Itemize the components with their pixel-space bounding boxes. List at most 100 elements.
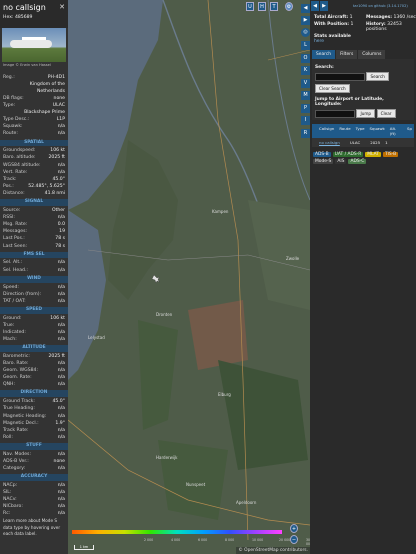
aircraft-photo[interactable] (2, 28, 66, 62)
info-value: none (53, 95, 65, 101)
clear-button[interactable]: Clear (376, 109, 396, 118)
detail-key[interactable]: Ground Track: (3, 398, 35, 405)
table-header: Callsign Route Type Squawk Alt. (ft) Sp (312, 124, 414, 138)
tab-columns[interactable]: Columns (358, 50, 386, 59)
detail-key[interactable]: Nav. Modes: (3, 451, 31, 458)
search-input[interactable] (315, 72, 365, 81)
detail-key[interactable]: True Heading: (3, 405, 35, 412)
detail-key[interactable]: True: (3, 322, 14, 329)
detail-key[interactable]: Baro. Rate: (3, 360, 29, 367)
detail-key[interactable]: Track: (3, 176, 17, 183)
detail-key[interactable]: Rc: (3, 510, 10, 517)
table-row[interactable]: no callsign ULAC 2025 1 (312, 138, 414, 147)
column-header[interactable]: Squawk (370, 126, 385, 136)
collapse-right-icon[interactable]: ▶ (301, 16, 310, 25)
clear-search-button[interactable]: Clear Search (315, 84, 350, 93)
map-button-h[interactable]: H (258, 2, 266, 11)
arrow-left-icon[interactable]: ◀ (311, 1, 319, 11)
map-button-u[interactable]: U (246, 2, 254, 11)
detail-key[interactable]: Track Rate: (3, 427, 29, 434)
legend-tag: ADS-C (348, 159, 367, 164)
detail-key[interactable]: Geom. WGS84: (3, 367, 38, 374)
map-canvas[interactable] (68, 0, 310, 554)
stat-value: 1 (349, 15, 353, 20)
collapse-left-icon[interactable]: ◀ (301, 4, 310, 13)
map-toggle-k[interactable]: K (301, 66, 310, 75)
detail-key[interactable]: Last Seen: (3, 243, 27, 250)
map-toggle-m[interactable]: M (301, 91, 310, 100)
detail-key[interactable]: Indicated: (3, 329, 26, 336)
settings-icon[interactable]: ⚙ (285, 2, 293, 11)
column-header[interactable]: Alt. (ft) (390, 126, 402, 136)
detail-key[interactable]: Baro. altitude: (3, 154, 36, 161)
legend-tag: Mode-S (313, 159, 334, 164)
stat-value: 1 (350, 22, 354, 27)
map-toggle-v[interactable]: V (301, 78, 310, 88)
detail-value: n/a (57, 336, 65, 342)
place-label: Nunspeet (186, 482, 206, 487)
detail-key[interactable]: NACp: (3, 482, 17, 489)
map-toggle-r[interactable]: R (301, 128, 310, 138)
column-header[interactable]: Route (339, 126, 350, 136)
cell-alt: 2025 (370, 140, 381, 145)
detail-key[interactable]: WGS84 altitude: (3, 162, 41, 169)
detail-key[interactable]: Msg. Rate: (3, 221, 27, 228)
detail-key[interactable]: Roll: (3, 434, 13, 441)
detail-key[interactable]: Sel. Alt.: (3, 259, 22, 266)
detail-key[interactable]: Speed: (3, 284, 19, 291)
layers-icon[interactable]: ◎ (301, 28, 310, 37)
detail-key[interactable]: Direction (from): (3, 291, 41, 298)
stats-link[interactable]: here (314, 39, 324, 44)
arrow-right-icon[interactable]: ▶ (320, 1, 328, 11)
version-link[interactable]: tar1090 on github (3.14.1702) (353, 4, 408, 8)
detail-key[interactable]: SIL: (3, 489, 11, 496)
detail-key[interactable]: Category: (3, 465, 25, 472)
detail-key[interactable]: Pos.: (3, 183, 14, 190)
tab-filters[interactable]: Filters (336, 50, 358, 59)
detail-key[interactable]: Sel. Head.: (3, 267, 28, 274)
map-toggle-p[interactable]: P (301, 103, 310, 113)
map-toggle-o[interactable]: O (301, 53, 310, 63)
detail-key[interactable]: ADS-B Ver.: (3, 458, 29, 465)
column-header[interactable]: Type (356, 126, 365, 136)
jump-button[interactable]: Jump (356, 109, 376, 118)
detail-key[interactable]: Magnetic Decl.: (3, 420, 39, 427)
map-button-t[interactable]: T (270, 2, 278, 11)
column-header[interactable]: Sp (407, 126, 412, 136)
detail-key[interactable]: QNH: (3, 381, 15, 388)
zoom-in-button[interactable]: + (290, 524, 298, 533)
detail-key[interactable]: Last Pos.: (3, 235, 25, 242)
map-toggle-l[interactable]: L (301, 41, 310, 50)
column-header[interactable]: Callsign (319, 126, 334, 136)
hex-code: 485689 (14, 15, 33, 21)
detail-value: 0.0 (57, 222, 65, 228)
photo-credit[interactable]: Image © Erwin van Hassel (0, 62, 68, 70)
search-button[interactable]: Search (366, 72, 389, 81)
map-attribution[interactable]: © OpenStreetMap contributors. (236, 547, 310, 554)
zoom-out-button[interactable]: − (290, 535, 298, 544)
detail-key[interactable]: TAT / OAT: (3, 298, 26, 305)
detail-key[interactable]: Source: (3, 207, 20, 214)
detail-value: 41.8 nmi (44, 191, 65, 197)
detail-row: Roll: n/a (0, 434, 68, 441)
tab-search[interactable]: Search (312, 50, 336, 59)
detail-key[interactable]: Messages: (3, 228, 27, 235)
close-icon[interactable]: ✕ (59, 2, 65, 13)
detail-key[interactable]: NACv: (3, 496, 17, 503)
section-header: SPATIAL (0, 139, 68, 147)
detail-key[interactable]: Geom. Rate: (3, 374, 32, 381)
detail-key[interactable]: Barometric: (3, 353, 30, 360)
detail-key[interactable]: Magnetic Heading: (3, 413, 46, 420)
map-toggle-i[interactable]: I (301, 116, 310, 125)
detail-key[interactable]: Groundspeed: (3, 147, 35, 154)
detail-key[interactable]: RSSI: (3, 214, 15, 221)
map-view[interactable]: Kampen Zwolle Lelystad Dronten Elburg Ha… (68, 0, 310, 554)
detail-key[interactable]: Mach: (3, 336, 17, 343)
detail-key[interactable]: NICbaro: (3, 503, 23, 510)
detail-key[interactable]: Distance: (3, 190, 25, 197)
altitude-tick: 6 000 (198, 538, 208, 542)
section-header: SPEED (0, 306, 68, 314)
detail-key[interactable]: Vert. Rate: (3, 169, 27, 176)
detail-key[interactable]: Ground: (3, 315, 21, 322)
jump-input[interactable] (315, 109, 355, 118)
